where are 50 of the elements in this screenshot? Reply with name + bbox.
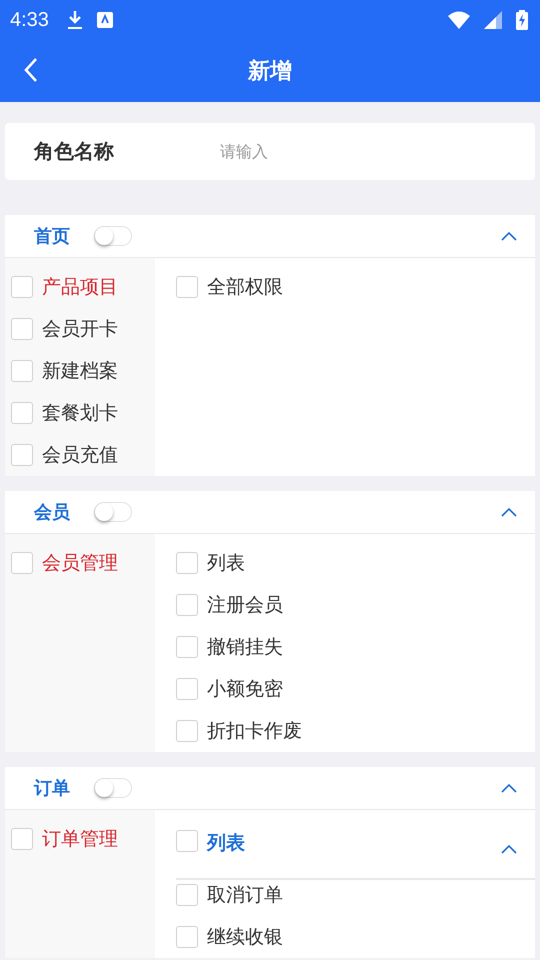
signal-icon (484, 11, 502, 29)
battery-charging-icon (516, 10, 528, 30)
permission-label: 继续收银 (207, 925, 283, 950)
permission-label: 小额免密 (207, 677, 283, 702)
checkbox[interactable] (176, 594, 198, 616)
download-icon (66, 10, 83, 30)
checkbox[interactable] (11, 318, 33, 340)
checkbox[interactable] (176, 720, 198, 742)
chevron-up-icon[interactable] (501, 783, 517, 793)
checkbox[interactable] (176, 678, 198, 700)
section-title: 会员 (34, 501, 71, 524)
category-item[interactable]: 套餐划卡 (42, 400, 118, 426)
toggle-switch[interactable] (94, 778, 132, 798)
checkbox[interactable] (176, 636, 198, 658)
permission-label: 折扣卡作废 (207, 719, 302, 744)
category-item[interactable]: 会员管理 (42, 550, 118, 576)
checkbox[interactable] (11, 828, 33, 850)
section-title: 订单 (34, 777, 71, 800)
chevron-up-icon[interactable] (501, 844, 517, 854)
group-title: 列表 (207, 831, 245, 856)
page-title: 新增 (248, 58, 292, 86)
status-time: 4:33 (10, 8, 49, 32)
section-title: 首页 (34, 225, 71, 248)
checkbox[interactable] (176, 926, 198, 948)
permission-label: 列表 (207, 551, 245, 576)
role-name-field[interactable]: 请输入 (218, 141, 502, 162)
permission-label: 全部权限 (207, 275, 283, 300)
toggle-switch[interactable] (94, 502, 132, 522)
category-item[interactable]: 订单管理 (42, 826, 118, 852)
checkbox[interactable] (176, 552, 198, 574)
chevron-up-icon[interactable] (501, 507, 517, 517)
checkbox[interactable] (11, 276, 33, 298)
permission-label: 注册会员 (207, 593, 283, 618)
checkbox[interactable] (176, 276, 198, 298)
chevron-up-icon[interactable] (501, 231, 517, 241)
checkbox[interactable] (176, 884, 198, 906)
role-name-label: 角色名称 (34, 138, 115, 165)
checkbox[interactable] (176, 830, 198, 852)
category-item[interactable]: 新建档案 (42, 358, 118, 384)
checkbox[interactable] (11, 402, 33, 424)
toggle-switch[interactable] (94, 226, 132, 246)
checkbox[interactable] (11, 552, 33, 574)
wifi-icon (448, 11, 470, 29)
permission-label: 取消订单 (207, 883, 283, 908)
checkbox[interactable] (11, 360, 33, 382)
permission-label: 撤销挂失 (207, 635, 283, 660)
checkbox[interactable] (11, 444, 33, 466)
category-item[interactable]: 会员开卡 (42, 316, 118, 342)
category-item[interactable]: 会员充值 (42, 442, 118, 468)
category-item[interactable]: 产品项目 (42, 274, 118, 300)
